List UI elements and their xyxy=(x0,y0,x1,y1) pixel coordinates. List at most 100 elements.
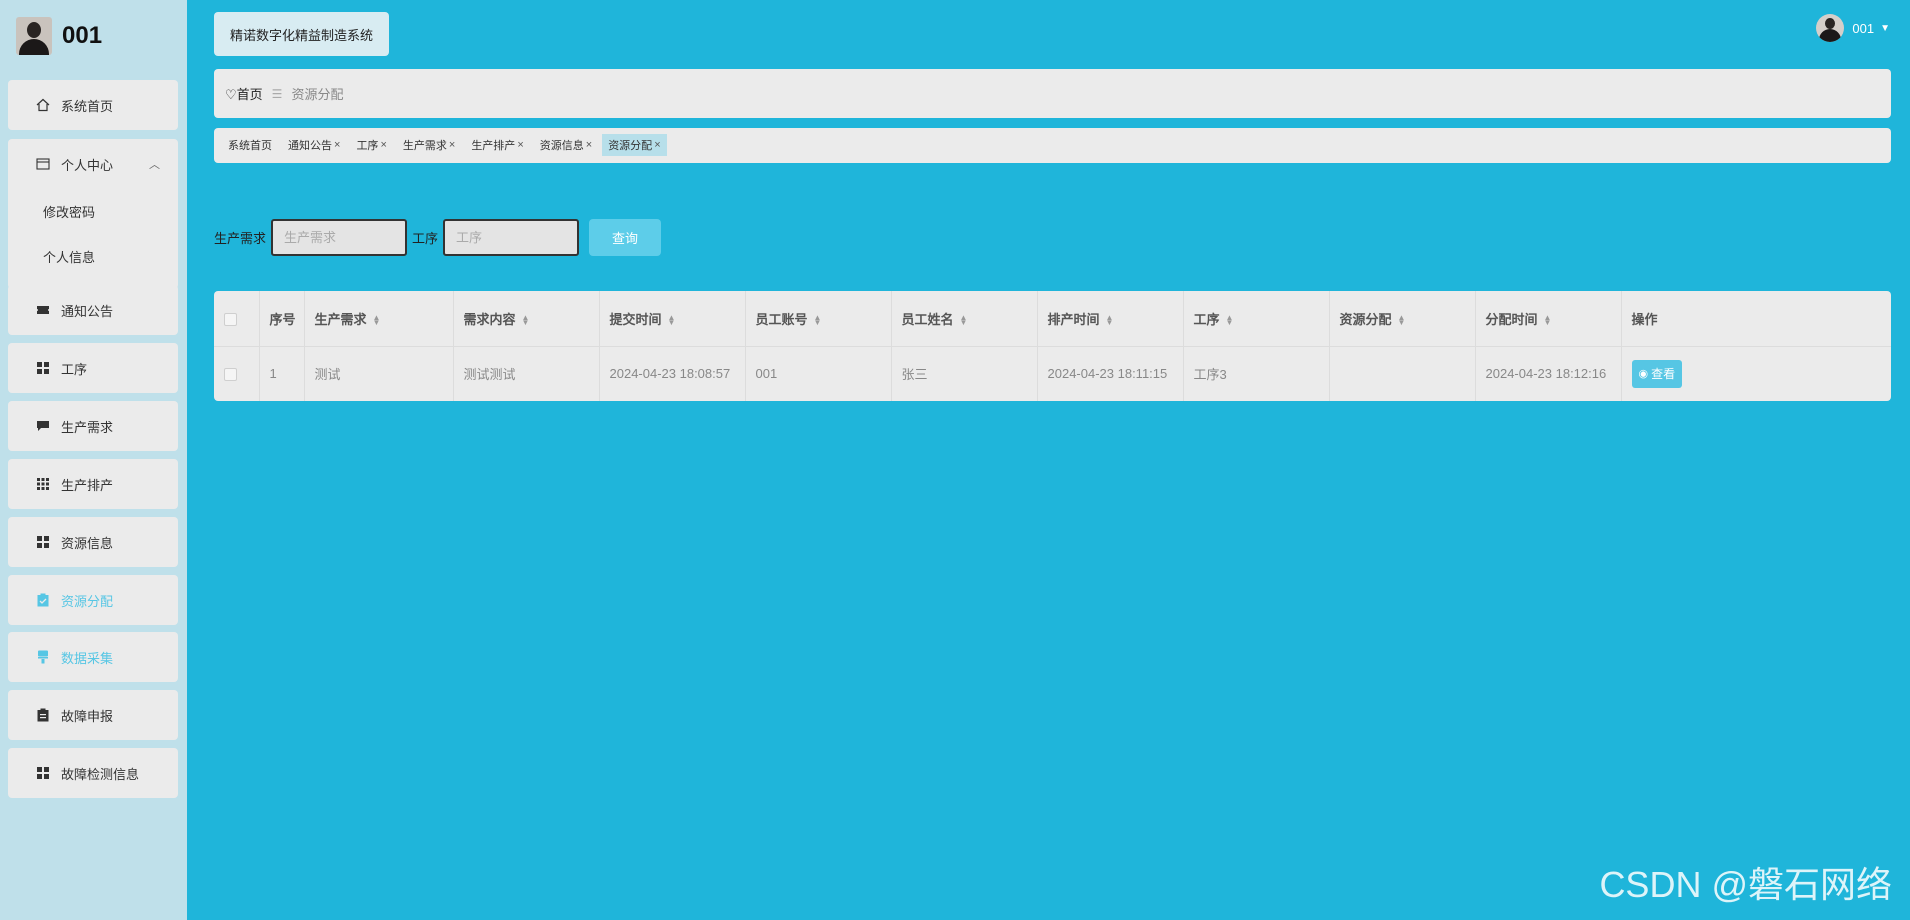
sidebar-item-resource-allocation[interactable]: 资源分配 xyxy=(8,575,178,625)
col-header[interactable]: 工序 ▲ ▼ xyxy=(1183,291,1330,346)
sidebar-item-label: 故障检测信息 xyxy=(61,766,140,782)
close-icon[interactable]: × xyxy=(586,139,592,151)
tab-production-schedule[interactable]: 生产排产 × xyxy=(465,134,529,156)
tab-notice[interactable]: 通知公告 × xyxy=(282,134,346,156)
brand: 001 xyxy=(16,16,102,56)
tab-process[interactable]: 工序 × xyxy=(350,134,392,156)
caret-down-icon: ▼ xyxy=(1880,22,1890,34)
grid-icon xyxy=(35,360,51,376)
breadcrumb-separator-icon: ☰ xyxy=(271,86,283,101)
table-cell: 测试 xyxy=(304,345,454,401)
sort-icon[interactable]: ▲ ▼ xyxy=(1398,314,1406,327)
tab-resource-info[interactable]: 资源信息 × xyxy=(534,134,598,156)
user-menu[interactable]: 001 ▼ xyxy=(1816,14,1890,42)
sidebar-item-label: 工序 xyxy=(61,361,88,377)
table-header-row: 序号 生产需求 ▲ ▼ 需求内容 ▲ ▼ 提交时间 ▲ ▼ 员工账号 ▲ ▼ 员工姓名 ▲ ▼ 排产… xyxy=(214,291,1891,346)
breadcrumb-home[interactable]: ♡首页 xyxy=(225,84,263,103)
process-label: 工序 xyxy=(412,231,439,246)
sort-icon[interactable]: ▲ ▼ xyxy=(1226,314,1234,327)
col-header[interactable]: 排产时间 ▲ ▼ xyxy=(1037,291,1184,346)
sidebar-item-production-schedule[interactable]: 生产排产 xyxy=(8,459,178,509)
row-checkbox[interactable] xyxy=(214,345,260,401)
sidebar-item-home[interactable]: 系统首页 xyxy=(8,80,178,130)
sidebar-item-label: 数据采集 xyxy=(61,650,114,666)
message-icon xyxy=(35,418,51,434)
sidebar-item-label: 资源分配 xyxy=(61,593,114,609)
ticket-icon xyxy=(35,302,51,318)
table-row: 1 测试 测试测试 2024-04-23 18:08:57 001 张三 202… xyxy=(214,345,1891,401)
select-all-checkbox[interactable] xyxy=(214,291,260,346)
sidebar-item-notice[interactable]: 通知公告 xyxy=(8,285,178,335)
brand-avatar xyxy=(16,17,52,55)
sort-icon[interactable]: ▲ ▼ xyxy=(960,314,968,327)
data-table: 序号 生产需求 ▲ ▼ 需求内容 ▲ ▼ 提交时间 ▲ ▼ 员工账号 ▲ ▼ 员工姓名 ▲ ▼ 排产… xyxy=(214,291,1891,401)
card-icon xyxy=(35,156,51,172)
col-header[interactable]: 分配时间 ▲ ▼ xyxy=(1475,291,1622,346)
demand-input[interactable] xyxy=(271,219,408,256)
table-cell: 测试测试 xyxy=(453,345,600,401)
sort-icon[interactable]: ▲ ▼ xyxy=(1544,314,1552,327)
sidebar-item-fault-report[interactable]: 故障申报 xyxy=(8,690,178,740)
tab-production-demand[interactable]: 生产需求 × xyxy=(397,134,461,156)
tab-home[interactable]: 系统首页 xyxy=(222,134,278,156)
sidebar-item-process[interactable]: 工序 xyxy=(8,343,178,393)
view-button[interactable]: ◉ 查看 xyxy=(1631,359,1683,388)
sort-icon[interactable]: ▲ ▼ xyxy=(668,314,676,327)
col-header[interactable]: 提交时间 ▲ ▼ xyxy=(599,291,746,346)
grid-icon xyxy=(35,534,51,550)
table-cell: 工序3 xyxy=(1183,345,1330,401)
tabs-bar: 系统首页 通知公告 × 工序 × 生产需求 × 生产排产 × 资源信息 × 资源分配 × xyxy=(214,128,1891,163)
sort-icon[interactable]: ▲ ▼ xyxy=(373,314,381,327)
table-cell-actions: ◉ 查看 xyxy=(1621,345,1891,401)
sort-icon[interactable]: ▲ ▼ xyxy=(522,314,530,327)
col-header[interactable]: 资源分配 ▲ ▼ xyxy=(1329,291,1476,346)
query-button[interactable]: 查询 xyxy=(589,219,662,256)
sidebar-item-label: 故障申报 xyxy=(61,708,114,724)
table-cell: 001 xyxy=(745,345,892,401)
system-title-button[interactable]: 精诺数字化精益制造系统 xyxy=(214,12,389,56)
sidebar-item-label: 生产需求 xyxy=(61,419,114,435)
tab-resource-allocation[interactable]: 资源分配 × xyxy=(602,134,667,156)
table-cell: 1 xyxy=(259,345,305,401)
col-header[interactable]: 生产需求 ▲ ▼ xyxy=(304,291,454,346)
sidebar-item-personal[interactable]: 个人中心 ︿ xyxy=(8,139,178,189)
sort-icon[interactable]: ▲ ▼ xyxy=(1106,314,1114,327)
close-icon[interactable]: × xyxy=(654,139,660,151)
col-header: 操作 xyxy=(1631,311,1658,327)
table-cell: 张三 xyxy=(891,345,1038,401)
eye-icon: ◉ xyxy=(1638,368,1649,381)
close-icon[interactable]: × xyxy=(517,139,523,151)
col-header[interactable]: 员工账号 ▲ ▼ xyxy=(745,291,892,346)
sidebar-item-resource-info[interactable]: 资源信息 xyxy=(8,517,178,567)
brush-icon xyxy=(35,649,51,665)
breadcrumb: ♡首页 ☰ 资源分配 xyxy=(214,69,1891,118)
watermark: CSDN @磐石网络 xyxy=(1599,864,1892,905)
clipboard-icon xyxy=(35,592,51,608)
search-form: 生产需求 工序 查询 xyxy=(214,219,662,256)
sidebar-item-fault-detection[interactable]: 故障检测信息 xyxy=(8,748,178,798)
sidebar-item-label: 通知公告 xyxy=(61,303,114,319)
brand-name: 001 xyxy=(62,22,103,49)
close-icon[interactable]: × xyxy=(334,139,340,151)
chevron-up-icon: ︿ xyxy=(149,159,160,171)
user-name: 001 xyxy=(1852,20,1875,36)
col-header[interactable]: 员工姓名 ▲ ▼ xyxy=(891,291,1038,346)
process-input[interactable] xyxy=(443,219,580,256)
sidebar-item-label: 生产排产 xyxy=(61,477,114,493)
sidebar-item-production-demand[interactable]: 生产需求 xyxy=(8,401,178,451)
avatar xyxy=(1816,14,1845,42)
grid-icon xyxy=(35,765,51,781)
sidebar-group-personal: 个人中心 ︿ 修改密码 个人信息 xyxy=(8,139,178,289)
sidebar-subitem-personal-info[interactable]: 个人信息 xyxy=(8,234,178,279)
sidebar-subitem-change-password[interactable]: 修改密码 xyxy=(8,189,178,234)
sidebar-item-data-collection[interactable]: 数据采集 xyxy=(8,632,178,682)
clipboard-icon xyxy=(35,707,51,723)
col-header[interactable]: 需求内容 ▲ ▼ xyxy=(453,291,600,346)
sort-icon[interactable]: ▲ ▼ xyxy=(814,314,822,327)
close-icon[interactable]: × xyxy=(449,139,455,151)
sidebar-item-label: 资源信息 xyxy=(61,535,114,551)
demand-label: 生产需求 xyxy=(214,231,267,246)
sidebar-item-label: 系统首页 xyxy=(61,98,114,114)
apps-icon xyxy=(35,476,51,492)
close-icon[interactable]: × xyxy=(380,139,386,151)
